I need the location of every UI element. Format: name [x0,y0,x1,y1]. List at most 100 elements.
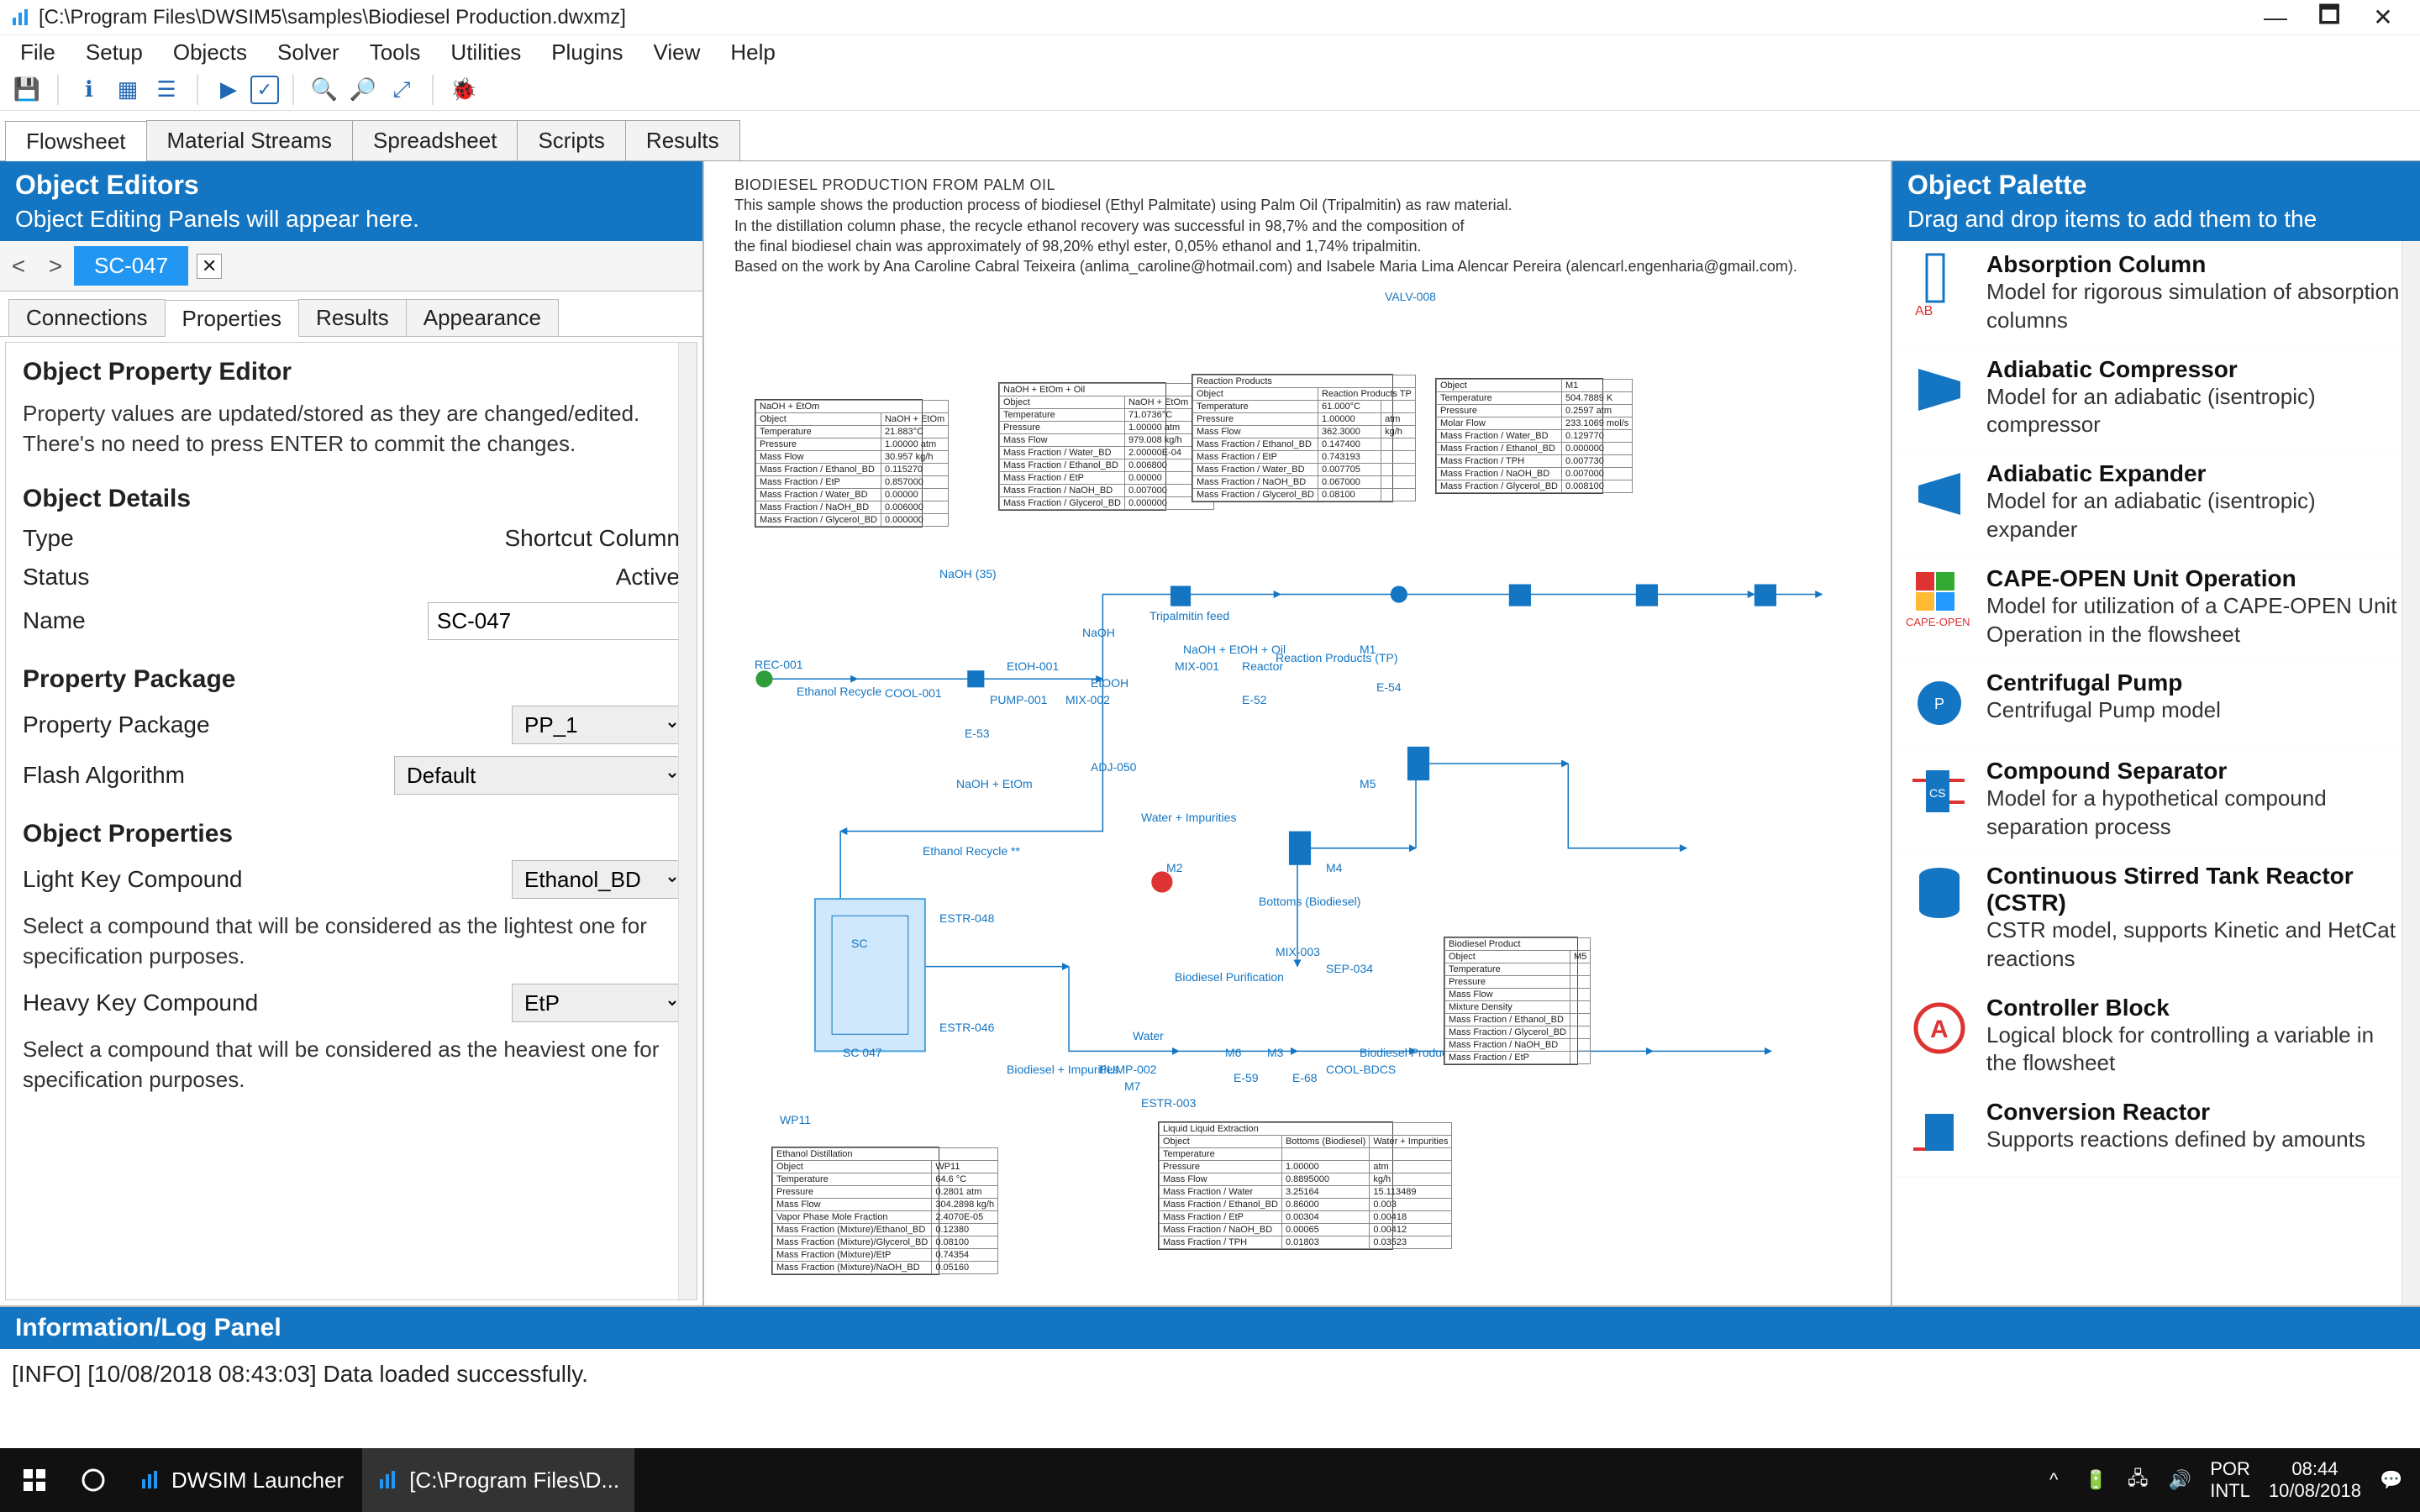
palette-item-cape-open[interactable]: CAPE-OPEN CAPE-OPEN Unit OperationModel … [1892,555,2420,660]
fs-line3: the final biodiesel chain was approximat… [734,236,1860,256]
svg-text:P: P [1934,696,1944,712]
object-tab-close[interactable]: ✕ [197,254,222,279]
tray-notifications-icon[interactable]: 💬 [2380,1468,2403,1492]
tray-network-icon[interactable]: 🖧 [2126,1468,2149,1492]
grid-icon[interactable]: ▦ [111,73,145,107]
lbl-etooh: EtOOH [1091,676,1128,690]
datablock-reaction-products: Reaction Products ObjectReaction Product… [1192,374,1393,502]
taskbar: DWSIM Launcher [C:\Program Files\D... ^ … [0,1448,2420,1512]
absorption-column-icon: AB [1906,251,1973,318]
taskbar-app-dwsim[interactable]: [C:\Program Files\D... [362,1448,634,1512]
maximize-button[interactable]: 🗖 [2302,0,2356,35]
lbl-estr003: ESTR-003 [1141,1096,1196,1110]
subtab-results[interactable]: Results [298,299,407,336]
svg-text:CS: CS [1929,786,1945,800]
play-icon[interactable]: ▶ [212,73,245,107]
tray-volume-icon[interactable]: 🔊 [2168,1468,2191,1492]
palette-item-adiabatic-expander[interactable]: Adiabatic ExpanderModel for an adiabatic… [1892,450,2420,555]
palette-list[interactable]: AB Absorption ColumnModel for rigorous s… [1892,241,2420,1305]
type-value: Shortcut Column [504,525,680,552]
fit-icon[interactable]: ⤢ [385,73,418,107]
menu-bar: File Setup Objects Solver Tools Utilitie… [0,35,2420,69]
lbl-cool001: COOL-001 [885,686,942,700]
fs-line1: This sample shows the production process… [734,195,1860,215]
palette-item-adiabatic-compressor[interactable]: Adiabatic CompressorModel for an adiabat… [1892,346,2420,451]
left-scrollbar[interactable] [678,343,697,1299]
check-icon[interactable]: ✓ [250,76,279,104]
palette-item-cstr[interactable]: Continuous Stirred Tank Reactor (CSTR)CS… [1892,853,2420,984]
tray-clock[interactable]: 08:44 10/08/2018 [2269,1458,2361,1503]
nav-back-icon[interactable]: < [0,253,37,280]
heavy-select[interactable]: EtP [512,984,680,1022]
heavy-label: Heavy Key Compound [23,990,512,1016]
close-button[interactable]: ✕ [2356,0,2410,35]
expander-icon [1906,460,1973,528]
light-help: Select a compound that will be considere… [23,911,680,972]
cortana-button[interactable] [66,1448,121,1512]
flowsheet-canvas-area[interactable]: BIODIESEL PRODUCTION FROM PALM OIL This … [704,161,1891,1305]
object-tab-bar: < > SC-047 ✕ [0,241,702,291]
menu-solver[interactable]: Solver [262,36,355,69]
tab-results[interactable]: Results [625,120,740,160]
subtab-appearance[interactable]: Appearance [406,299,559,336]
lbl-waterimp: Water + Impurities [1141,811,1236,824]
log-title: Information/Log Panel [0,1307,2420,1349]
lbl-m2: M2 [1166,861,1182,874]
taskbar-app-launcher[interactable]: DWSIM Launcher [124,1448,359,1512]
menu-view[interactable]: View [639,36,716,69]
subtab-properties[interactable]: Properties [165,300,300,337]
save-icon[interactable]: 💾 [10,73,44,107]
lbl-m6: M6 [1225,1046,1241,1059]
name-label: Name [23,607,428,634]
subtab-connections[interactable]: Connections [8,299,166,336]
minimize-button[interactable]: — [2249,0,2302,35]
palette-item-conversion-reactor[interactable]: Conversion ReactorSupports reactions def… [1892,1089,2420,1177]
palette-item-centrifugal-pump[interactable]: P Centrifugal PumpCentrifugal Pump model [1892,659,2420,748]
tab-flowsheet[interactable]: Flowsheet [5,121,147,161]
menu-setup[interactable]: Setup [71,36,158,69]
tray-lang[interactable]: POR INTL [2210,1458,2250,1503]
palette-item-compound-separator[interactable]: CS Compound SeparatorModel for a hypothe… [1892,748,2420,853]
menu-utilities[interactable]: Utilities [435,36,536,69]
palette-scrollbar[interactable] [2402,241,2420,1305]
tab-scripts[interactable]: Scripts [517,120,625,160]
menu-help[interactable]: Help [715,36,790,69]
tray-chevron-icon[interactable]: ^ [2042,1468,2065,1492]
fs-title: BIODIESEL PRODUCTION FROM PALM OIL [734,175,1860,195]
menu-plugins[interactable]: Plugins [536,36,638,69]
nav-forward-icon[interactable]: > [37,253,74,280]
lbl-m4: M4 [1326,861,1342,874]
pp-label: Property Package [23,711,512,738]
menu-tools[interactable]: Tools [355,36,436,69]
lbl-estr048: ESTR-048 [939,911,994,925]
sliders-icon[interactable]: ☰ [150,73,183,107]
palette-item-absorption-column[interactable]: AB Absorption ColumnModel for rigorous s… [1892,241,2420,346]
object-tab-sc047[interactable]: SC-047 [74,246,188,286]
start-button[interactable] [7,1448,62,1512]
menu-objects[interactable]: Objects [158,36,262,69]
object-editors-title: Object Editors [15,170,687,201]
controller-icon: A [1906,995,1973,1062]
tray-battery-icon[interactable]: 🔋 [2084,1468,2107,1492]
datablock-ethanol-dist: Ethanol Distillation ObjectWP11 Temperat… [771,1147,939,1275]
conversion-reactor-icon [1906,1099,1973,1166]
pp-select[interactable]: PP_1 [512,706,680,744]
zoom-out-icon[interactable]: 🔎 [346,73,380,107]
status-value: Active [616,564,680,591]
lbl-e54: E-54 [1376,680,1402,694]
info-icon[interactable]: ℹ [72,73,106,107]
datablock-naoh-etohm: NaOH + EtOm ObjectNaOH + EtOm Temperatur… [755,399,923,528]
menu-file[interactable]: File [5,36,71,69]
light-select[interactable]: Ethanol_BD [512,860,680,899]
tab-spreadsheet[interactable]: Spreadsheet [352,120,518,160]
palette-title: Object Palette [1907,170,2405,201]
tab-material-streams[interactable]: Material Streams [146,120,354,160]
zoom-in-icon[interactable]: 🔍 [308,73,341,107]
lbl-bioprod: Biodiesel Product [1360,1046,1451,1059]
flash-select[interactable]: Default [394,756,680,795]
palette-item-controller-block[interactable]: A Controller BlockLogical block for cont… [1892,984,2420,1089]
bug-icon[interactable]: 🐞 [447,73,481,107]
name-input[interactable] [428,602,680,640]
lbl-bottoms: Bottoms (Biodiesel) [1259,895,1360,908]
lbl-e59: E-59 [1234,1071,1259,1084]
